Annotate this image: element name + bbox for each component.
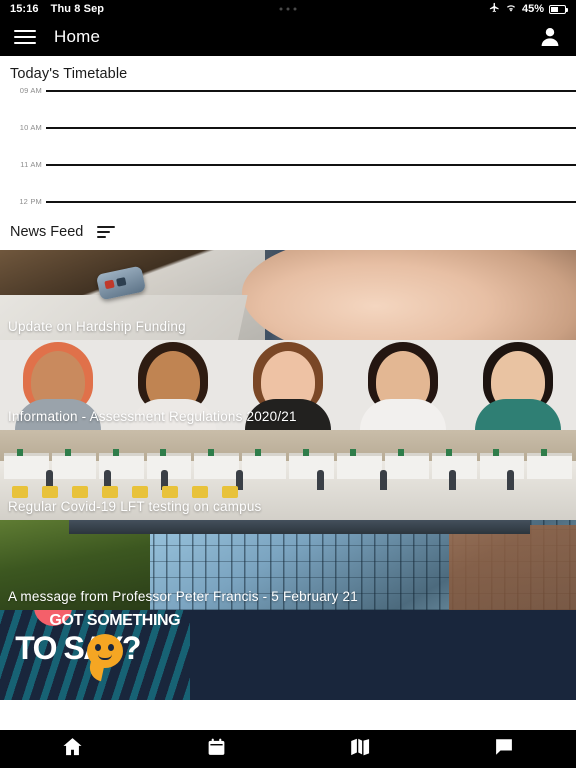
- status-date: Thu 8 Sep: [50, 3, 105, 15]
- timetable-row: 09 AM: [0, 86, 576, 127]
- news-card[interactable]: Update on Hardship Funding: [0, 250, 576, 340]
- timetable-hour-label: 12 PM: [19, 197, 42, 206]
- chat-bubble-icon: [493, 736, 515, 763]
- page-title: Home: [54, 27, 101, 46]
- home-icon: [61, 735, 84, 763]
- timetable-title: Today's Timetable: [10, 66, 128, 82]
- news-card-title: Update on Hardship Funding: [8, 319, 186, 334]
- timetable-hour-line: [46, 164, 576, 166]
- nav-item-map[interactable]: [288, 736, 432, 763]
- map-icon: [348, 736, 372, 763]
- status-bar-right: 45%: [489, 2, 568, 16]
- news-card[interactable]: A message from Professor Peter Francis -…: [0, 520, 576, 610]
- nav-item-calendar[interactable]: [144, 736, 288, 763]
- chairs-row: [0, 485, 576, 499]
- got-something-to-say-poster: GOT SOMETHING TO SAY?: [0, 610, 191, 700]
- person-avatar-icon[interactable]: [538, 25, 562, 49]
- news-card-title: A message from Professor Peter Francis -…: [8, 589, 358, 604]
- timetable-row: 10 AM: [0, 123, 576, 164]
- notch-dot: [279, 7, 283, 11]
- poster-line-1: GOT SOMETHING: [49, 612, 181, 629]
- calendar-icon: [206, 736, 227, 763]
- news-card[interactable]: Regular Covid-19 LFT testing on campus: [0, 430, 576, 520]
- timetable-hour-line: [46, 127, 576, 129]
- timetable-hour-label: 11 AM: [20, 160, 42, 169]
- nav-item-home[interactable]: [0, 735, 144, 763]
- notch-dot: [293, 7, 297, 11]
- bottom-navigation-bar: [0, 730, 576, 768]
- news-card-image: GOT SOMETHING TO SAY?: [0, 610, 576, 700]
- student-figure: [346, 340, 461, 430]
- student-figure: [461, 340, 576, 430]
- notch-dot: [286, 7, 290, 11]
- airplane-mode-icon: [489, 2, 500, 16]
- news-feed-list: Update on Hardship Funding Information -…: [0, 250, 576, 700]
- battery-icon: [549, 4, 568, 14]
- timetable-hour-line: [46, 90, 576, 92]
- status-time: 15:16: [10, 3, 39, 15]
- timetable-hour-line: [46, 201, 576, 203]
- nav-item-messages[interactable]: [432, 736, 576, 763]
- timetable-grid[interactable]: 09 AM 10 AM 11 AM 12 PM: [0, 86, 576, 210]
- timetable-row: 11 AM: [0, 160, 576, 201]
- timetable-hour-label: 09 AM: [19, 86, 42, 95]
- news-card-title: Information - Assessment Regulations 202…: [8, 409, 297, 424]
- notch-dots: [279, 7, 297, 11]
- hamburger-menu-icon[interactable]: [14, 30, 36, 44]
- status-bar-left: 15:16 Thu 8 Sep: [10, 3, 104, 15]
- timetable-hour-label: 10 AM: [19, 123, 42, 132]
- battery-percent: 45%: [521, 3, 544, 15]
- wifi-icon: [505, 2, 517, 16]
- news-card[interactable]: GOT SOMETHING TO SAY?: [0, 610, 576, 700]
- news-card[interactable]: Information - Assessment Regulations 202…: [0, 340, 576, 430]
- status-bar: 15:16 Thu 8 Sep 45%: [0, 0, 576, 18]
- news-card-title: Regular Covid-19 LFT testing on campus: [8, 499, 262, 514]
- timetable-row: 12 PM: [0, 197, 576, 238]
- timetable-section: Today's Timetable 09 AM 10 AM 11 AM 12 P…: [0, 56, 576, 210]
- app-bar: Home: [0, 18, 576, 56]
